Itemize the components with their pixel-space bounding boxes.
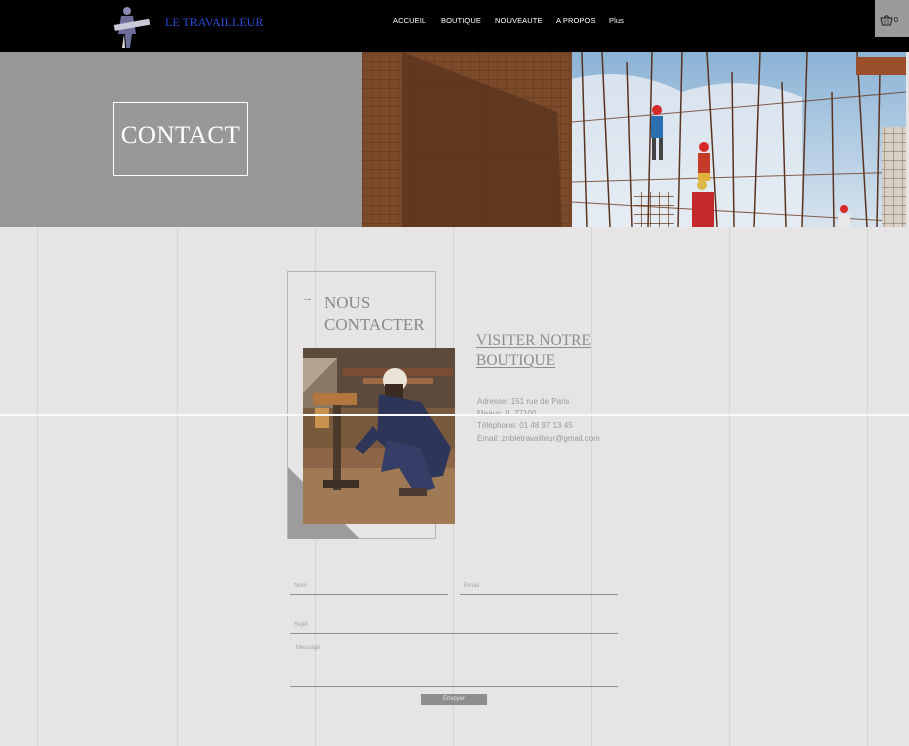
email-text[interactable]: Email: znbletravailleur@gmail.com <box>477 434 600 443</box>
subject-underline <box>290 633 618 634</box>
message-underline <box>290 686 618 687</box>
worker-logo-icon[interactable] <box>112 4 150 48</box>
cart-count: 0 <box>894 17 898 24</box>
arrow-right-icon: → <box>302 292 313 304</box>
visit-shop-link[interactable]: VISITER NOTRE BOUTIQUE <box>476 331 591 371</box>
basket-icon <box>880 15 893 26</box>
submit-button[interactable]: Envoyer <box>421 694 487 705</box>
visit-shop-line-1[interactable]: VISITER NOTRE <box>476 331 591 351</box>
section-divider <box>0 414 909 416</box>
cart-button[interactable]: 0 <box>875 0 909 37</box>
name-input[interactable] <box>290 578 448 594</box>
nav-a-propos[interactable]: A PROPOS <box>556 16 596 25</box>
contact-heading: NOUS CONTACTER <box>324 292 425 336</box>
construction-photo <box>362 52 906 227</box>
grid-line <box>37 227 38 746</box>
grid-line <box>729 227 730 746</box>
worker-drill-photo <box>303 348 455 524</box>
message-textarea[interactable] <box>290 640 618 686</box>
site-header: LE TRAVAILLEUR ACCUEIL BOUTIQUE NOUVEAUT… <box>0 0 909 52</box>
contact-heading-line-1: NOUS <box>324 293 371 312</box>
page-title: CONTACT <box>120 122 241 149</box>
grid-line <box>177 227 178 746</box>
nav-nouveaute[interactable]: NOUVEAUTE <box>495 16 543 25</box>
email-underline <box>460 594 618 595</box>
brand-name[interactable]: LE TRAVAILLEUR <box>165 15 263 30</box>
nav-accueil[interactable]: ACCUEIL <box>393 16 426 25</box>
email-input[interactable] <box>460 578 618 594</box>
address-text: Adresse: 151 rue de Paris <box>477 397 570 406</box>
grid-line <box>867 227 868 746</box>
phone-text: Téléphone: 01 48 97 13 45 <box>477 421 573 430</box>
subject-input[interactable] <box>290 617 618 633</box>
name-underline <box>290 594 448 595</box>
visit-shop-line-2[interactable]: BOUTIQUE <box>476 351 591 371</box>
contact-heading-line-2: CONTACTER <box>324 315 425 334</box>
nav-plus[interactable]: Plus <box>609 16 624 25</box>
nav-boutique[interactable]: BOUTIQUE <box>441 16 481 25</box>
